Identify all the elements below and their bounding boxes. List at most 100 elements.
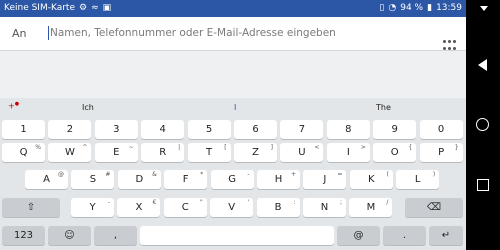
key-k-secondary: ( — [386, 171, 389, 178]
key-p-secondary: } — [454, 144, 459, 151]
key-i[interactable]: I > — [326, 143, 370, 162]
period-key-label: . — [402, 230, 407, 241]
backspace-icon: ⌫ — [426, 202, 442, 213]
at-key-label: @ — [353, 230, 364, 241]
key-k-label: K — [368, 174, 375, 185]
shift-icon: ⇧ — [26, 202, 36, 213]
key-w-secondary: ^ — [82, 144, 88, 151]
key-j[interactable]: J = — [303, 170, 347, 189]
key-4[interactable]: 4 — [141, 120, 185, 139]
backspace-key[interactable]: ⌫ — [405, 198, 463, 217]
key-a[interactable]: A @ — [25, 170, 68, 189]
at-key[interactable]: @ — [337, 226, 380, 245]
suggestion-1[interactable]: Ich — [82, 103, 94, 112]
key-7-label: 7 — [298, 124, 306, 135]
key-0-label: 0 — [437, 124, 445, 135]
key-s[interactable]: S # — [71, 170, 115, 189]
key-r-secondary: | — [178, 144, 181, 151]
suggestion-2[interactable]: I — [234, 103, 236, 112]
key-d[interactable]: D & — [117, 170, 161, 189]
key-f-secondary: * — [200, 171, 204, 178]
key-u[interactable]: U < — [280, 143, 324, 162]
key-i-secondary: > — [360, 144, 366, 151]
battery-percent: 94 % — [400, 3, 424, 13]
key-c[interactable]: C " — [163, 198, 207, 217]
key-h-label: H — [274, 174, 283, 185]
key-1[interactable]: 1 — [2, 120, 45, 139]
key-3[interactable]: 3 — [94, 120, 138, 139]
key-5[interactable]: 5 — [187, 120, 231, 139]
key-k[interactable]: K( — [349, 170, 393, 189]
recent-apps-icon[interactable] — [477, 179, 489, 191]
key-s-secondary: # — [105, 171, 111, 178]
navigation-bar — [466, 0, 500, 250]
key-q-secondary: % — [35, 144, 41, 151]
key-y[interactable]: Y- — [71, 198, 114, 217]
key-m[interactable]: M / — [349, 198, 393, 217]
key-6-label: 6 — [252, 124, 259, 135]
key-q[interactable]: Q% — [2, 143, 45, 162]
key-p[interactable]: P} — [419, 143, 463, 162]
key-b-label: B — [274, 202, 282, 213]
key-g[interactable]: G- — [210, 170, 254, 189]
key-r-label: R — [159, 147, 167, 158]
emoji-icon: ☺ — [64, 230, 75, 241]
key-2[interactable]: 2 — [48, 120, 92, 139]
key-h[interactable]: H + — [257, 170, 300, 189]
key-6[interactable]: 6 — [234, 120, 277, 139]
key-o[interactable]: O{ — [373, 143, 417, 162]
key-3-label: 3 — [113, 124, 120, 135]
key-t[interactable]: T[ — [187, 143, 231, 162]
key-l[interactable]: L) — [396, 170, 440, 189]
add-word-icon[interactable]: +● — [8, 101, 19, 111]
key-a-secondary: @ — [58, 171, 64, 178]
key-u-label: U — [298, 147, 306, 158]
key-z-secondary: ] — [270, 144, 273, 151]
numbers-key-label: 123 — [13, 230, 34, 241]
signal-icon: ≈ — [91, 3, 99, 13]
key-v[interactable]: V ' — [210, 198, 254, 217]
key-a-label: A — [43, 174, 50, 185]
key-w[interactable]: W ^ — [48, 143, 92, 162]
comma-key[interactable]: , — [94, 226, 137, 245]
key-f[interactable]: F * — [164, 170, 208, 189]
numbers-key[interactable]: 123 — [2, 226, 45, 245]
recipient-input[interactable] — [50, 23, 410, 43]
key-8-label: 8 — [345, 124, 352, 135]
key-n[interactable]: N; — [303, 198, 346, 217]
key-5-label: 5 — [205, 124, 213, 135]
suggestion-bar: +● Ich I The — [0, 98, 466, 116]
status-time: 13:59 — [436, 3, 462, 13]
key-t-secondary: [ — [224, 144, 227, 151]
key-c-secondary: " — [200, 199, 203, 206]
suggestion-3[interactable]: The — [376, 103, 391, 112]
key-2-label: 2 — [66, 124, 74, 135]
key-z[interactable]: Z] — [234, 143, 277, 162]
key-b-secondary: : — [293, 199, 296, 206]
key-9-label: 9 — [391, 124, 398, 135]
key-j-secondary: = — [337, 171, 343, 178]
key-0[interactable]: 0 — [419, 120, 463, 139]
key-9[interactable]: 9 — [373, 120, 417, 139]
key-7[interactable]: 7 — [280, 120, 324, 139]
key-x[interactable]: X € — [117, 198, 161, 217]
vibrate-icon: ▯ — [379, 3, 385, 13]
key-m-secondary: / — [386, 199, 389, 206]
emoji-key[interactable]: ☺ — [48, 226, 91, 245]
collapse-icon[interactable] — [480, 6, 488, 11]
enter-icon: ↵ — [441, 230, 451, 241]
key-l-label: L — [414, 174, 421, 185]
period-key[interactable]: . — [383, 226, 426, 245]
shift-key[interactable]: ⇧ — [2, 198, 60, 217]
key-c-label: C — [181, 202, 189, 213]
key-g-secondary: - — [247, 171, 250, 178]
enter-key[interactable]: ↵ — [429, 226, 463, 245]
key-r[interactable]: R | — [141, 143, 185, 162]
key-e[interactable]: E ~ — [94, 143, 138, 162]
key-8[interactable]: 8 — [326, 120, 370, 139]
key-x-label: X — [135, 202, 143, 213]
space-key[interactable] — [140, 226, 334, 245]
key-b[interactable]: B: — [256, 198, 300, 217]
home-icon[interactable] — [476, 118, 489, 131]
back-icon[interactable] — [478, 59, 487, 71]
